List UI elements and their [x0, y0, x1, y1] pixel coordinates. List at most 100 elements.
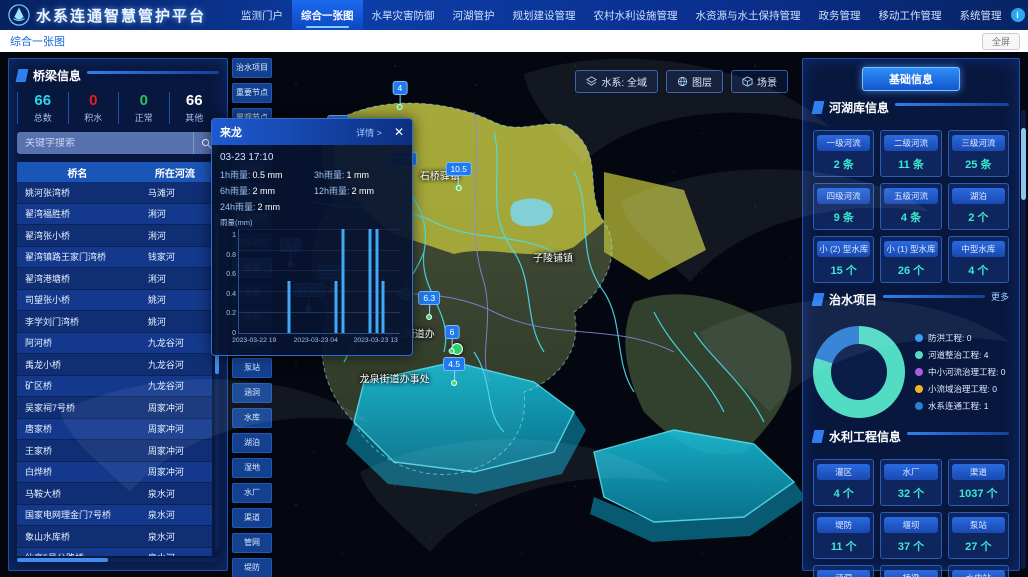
water-level-marker[interactable]: 4.5	[443, 357, 465, 386]
fullscreen-button[interactable]: 全屏	[982, 33, 1020, 50]
table-row[interactable]: 李学刘门湾桥 姚河	[17, 311, 212, 333]
stat-card[interactable]: 泵站 27 个	[948, 512, 1009, 559]
layer-toggle-button[interactable]: 湿地	[232, 458, 272, 478]
stat-card[interactable]: 灌区 4 个	[813, 459, 874, 506]
layer-toggle-button[interactable]: 湖泊	[232, 433, 272, 453]
bridge-name-cell: 李学刘门湾桥	[17, 311, 138, 332]
stat-card[interactable]: 一级河流 2 条	[813, 130, 874, 177]
table-row[interactable]: 白烨桥 周家冲河	[17, 462, 212, 484]
stat-card[interactable]: 中型水库 4 个	[948, 236, 1009, 283]
marker-stem	[429, 305, 430, 314]
more-link[interactable]: 更多	[991, 290, 1009, 303]
metric-value: 0.5 mm	[253, 170, 283, 180]
table-row[interactable]: 翟湾张小桥 浰河	[17, 225, 212, 247]
rainfall-metric: 24h雨量:2 mm	[220, 200, 310, 213]
bridge-stat: 0 正常	[118, 92, 169, 124]
card-label: 中型水库	[952, 241, 1005, 257]
nav-menu-item[interactable]: 监测门户	[232, 0, 292, 30]
legend-text: 中小河流治理工程: 0	[928, 366, 1005, 378]
table-row[interactable]: 司望张小桥 姚河	[17, 290, 212, 312]
stat-card[interactable]: 四级河流 9 条	[813, 183, 874, 230]
layer-toggle-button[interactable]: 涵洞	[232, 383, 272, 403]
stat-card[interactable]: 渠道 1037 个	[948, 459, 1009, 506]
nav-menu-item[interactable]: 移动工作管理	[870, 0, 951, 30]
nav-menu-item[interactable]: 水旱灾害防御	[363, 0, 444, 30]
nav-menu-item[interactable]: 综合一张图	[292, 0, 363, 30]
rain-chart-bars	[238, 229, 400, 334]
search-input[interactable]	[17, 138, 193, 149]
legend-item: 河道整治工程: 4	[915, 349, 1009, 361]
table-row[interactable]: 吴家祠7号桥 周家冲河	[17, 397, 212, 419]
legend-text: 水系连通工程: 1	[928, 400, 988, 412]
card-label: 四级河流	[817, 188, 870, 204]
scene-button[interactable]: 场景	[731, 70, 788, 93]
card-label: 水电站	[952, 570, 1005, 577]
metric-label: 3h雨量:	[314, 170, 345, 180]
card-value: 32 个	[884, 480, 937, 501]
table-row[interactable]: 阿河桥 九龙谷河	[17, 333, 212, 355]
layer-toggle-button[interactable]: 重要节点	[232, 83, 272, 103]
nav-menu-item[interactable]: 规划建设管理	[504, 0, 585, 30]
detail-link[interactable]: 详情 >	[356, 126, 382, 139]
layer-toggle-button[interactable]: 堤防	[232, 558, 272, 577]
stat-card[interactable]: 五级河流 4 条	[880, 183, 941, 230]
stat-card[interactable]: 三级河流 25 条	[948, 130, 1009, 177]
water-level-marker[interactable]: 6.3	[418, 291, 440, 320]
nav-menu-item[interactable]: 农村水利设施管理	[585, 0, 687, 30]
table-row[interactable]: 国家电网理金门7号桥 泉水河	[17, 505, 212, 527]
stat-card[interactable]: 涵洞 47 个	[813, 565, 874, 577]
stat-card[interactable]: 二级河流 11 条	[880, 130, 941, 177]
stat-card[interactable]: 湖泊 2 个	[948, 183, 1009, 230]
table-row[interactable]: 仙亭5号公路桥 泉水河	[17, 548, 212, 557]
nav-menu-item[interactable]: 系统管理	[951, 0, 1011, 30]
card-label: 涵洞	[817, 570, 870, 577]
stat-card[interactable]: 堤防 11 个	[813, 512, 874, 559]
water-level-marker[interactable]: 4	[393, 81, 408, 110]
card-value: 15 个	[817, 257, 870, 278]
table-row[interactable]: 姚河张湾桥 马滩河	[17, 182, 212, 204]
nav-menu-item[interactable]: 河湖管护	[444, 0, 504, 30]
water-level-marker[interactable]: 6	[445, 325, 460, 354]
stat-card[interactable]: 水电站 3 个	[948, 565, 1009, 577]
layer-toggle-button[interactable]: 渠道	[232, 508, 272, 528]
bridge-name-cell: 吴家祠7号桥	[17, 397, 138, 418]
nav-menu-item[interactable]: 水资源与水土保持管理	[687, 0, 810, 30]
nav-menu-item[interactable]: 政务管理	[810, 0, 870, 30]
water-system-scope-button[interactable]: 水系: 全域	[575, 70, 658, 93]
basic-info-tab[interactable]: 基础信息	[862, 67, 960, 91]
stat-card[interactable]: 小 (1) 型水库 26 个	[880, 236, 941, 283]
layer-toggle-button[interactable]: 治水项目	[232, 58, 272, 78]
bridge-table-header: 桥名 所在河流	[17, 162, 212, 182]
table-row[interactable]: 马鞍大桥 泉水河	[17, 483, 212, 505]
bridge-info-panel: 桥梁信息 66 总数 0 积水 0 正常	[8, 58, 228, 571]
table-row[interactable]: 象山水库桥 泉水河	[17, 526, 212, 548]
section-accent	[812, 430, 825, 443]
table-row[interactable]: 翟湾镇路王家门湾桥 钱家河	[17, 247, 212, 269]
table-row[interactable]: 翟湾福胜桥 浰河	[17, 204, 212, 226]
water-level-marker[interactable]: 10.5	[445, 162, 472, 191]
card-label: 三级河流	[952, 135, 1005, 151]
bridge-table: 桥名 所在河流 姚河张湾桥 马滩河 翟湾福胜桥 浰河 翟湾	[17, 162, 219, 556]
river-name-cell: 浰河	[138, 204, 212, 225]
table-row[interactable]: 唐家桥 周家冲河	[17, 419, 212, 441]
table-row[interactable]: 禹龙小桥 九龙谷河	[17, 354, 212, 376]
stat-card[interactable]: 堰坝 37 个	[880, 512, 941, 559]
layers-button[interactable]: 图层	[666, 70, 723, 93]
x-tick: 2023-03-23 04	[294, 337, 338, 344]
legend-item: 水系连通工程: 1	[915, 400, 1009, 412]
breadcrumb[interactable]: 综合一张图	[0, 33, 65, 49]
table-row[interactable]: 矿区桥 九龙谷河	[17, 376, 212, 398]
page-scrollbar[interactable]	[1021, 110, 1026, 569]
layer-toggle-button[interactable]: 泵站	[232, 358, 272, 378]
close-icon[interactable]: ✕	[394, 125, 404, 139]
layer-toggle-button[interactable]: 水库	[232, 408, 272, 428]
stat-card[interactable]: 小 (2) 型水库 15 个	[813, 236, 874, 283]
table-row[interactable]: 翟湾港塘桥 浰河	[17, 268, 212, 290]
user-menu[interactable]: i hhzb42080261 ▼	[1011, 8, 1028, 22]
layer-toggle-button[interactable]: 管网	[232, 533, 272, 553]
table-horizontal-scrollbar[interactable]	[17, 558, 219, 562]
layer-toggle-button[interactable]: 水厂	[232, 483, 272, 503]
table-row[interactable]: 王家桥 周家冲河	[17, 440, 212, 462]
stat-card[interactable]: 水厂 32 个	[880, 459, 941, 506]
stat-card[interactable]: 桥梁 66 个	[880, 565, 941, 577]
